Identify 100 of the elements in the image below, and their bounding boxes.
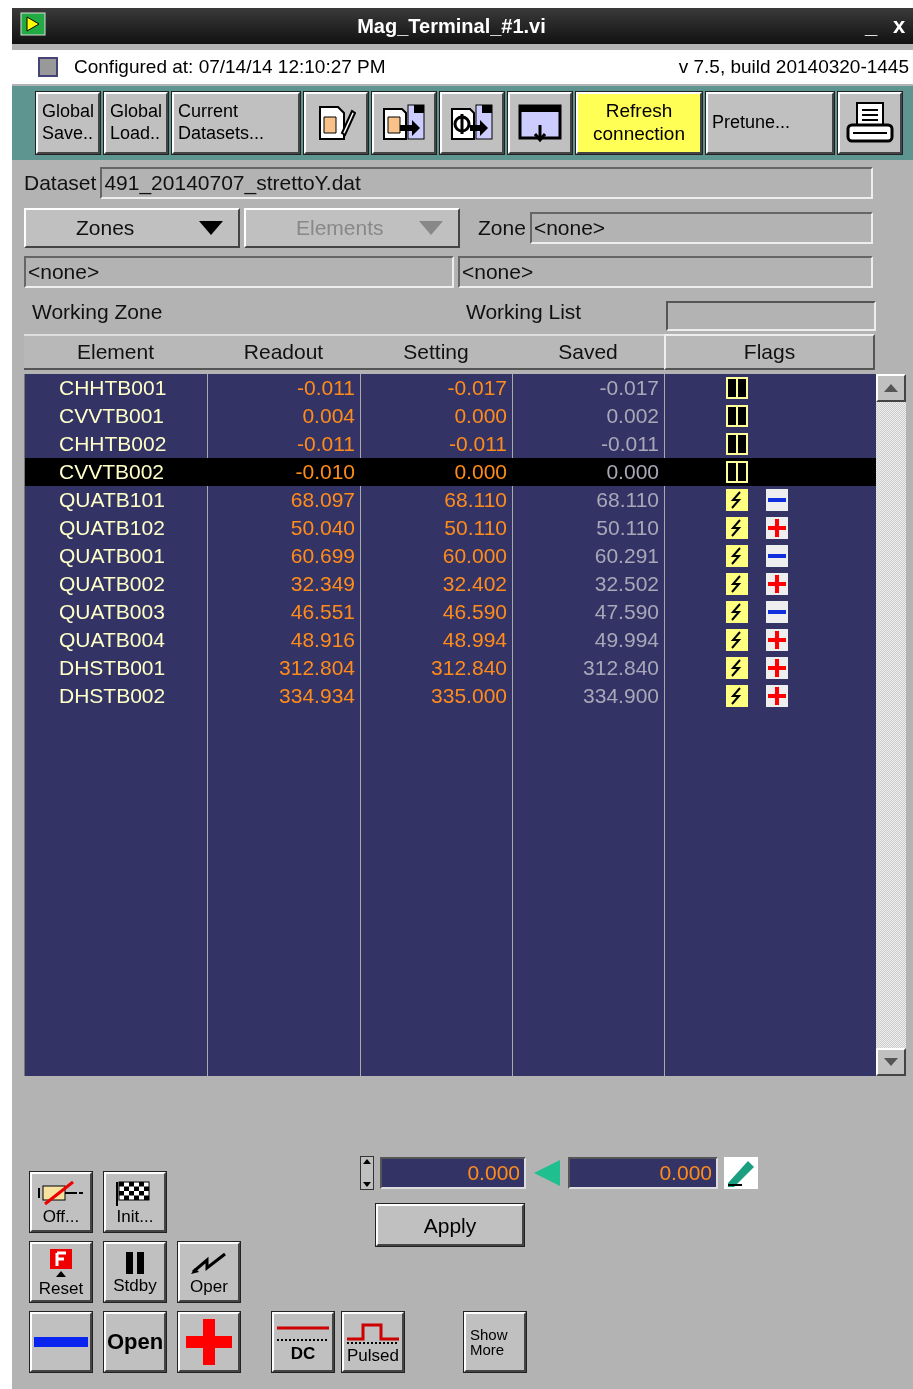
left-arrow-icon [532, 1158, 562, 1188]
document-arrow-icon [382, 103, 426, 143]
saved-cell-text: 312.840 [582, 655, 660, 681]
control-button[interactable]: Pulsed [342, 1312, 404, 1372]
working-zone-field[interactable]: <none> [24, 256, 454, 288]
plug-crossed-icon [37, 1179, 85, 1206]
saved-cell-text: 0.002 [605, 403, 660, 429]
apply-button[interactable]: Apply [376, 1204, 524, 1246]
column-header: Flags [664, 334, 875, 370]
table-row[interactable]: QUATB004 48.916 48.994 49.994 [25, 626, 876, 654]
control-button[interactable]: Reset [30, 1242, 92, 1302]
plus-button[interactable] [178, 1312, 240, 1372]
toolbar-button[interactable] [372, 92, 436, 154]
toolbar-button[interactable] [508, 92, 572, 154]
document-pencil-icon [316, 103, 356, 143]
readout-cell-text: 46.551 [289, 599, 356, 625]
readout-cell-text: 48.916 [289, 627, 356, 653]
table-row[interactable]: QUATB102 50.040 50.110 50.110 [25, 514, 876, 542]
element-cell-text: QUATB004 [58, 627, 166, 653]
toolbar-button[interactable] [838, 92, 902, 154]
minus-icon [34, 1335, 88, 1349]
toolbar-button[interactable] [304, 92, 368, 154]
configured-time: Configured at: 07/14/14 12:10:27 PM [74, 56, 386, 78]
element-cell-text: CVVTB002 [58, 459, 166, 485]
saved-cell-text: -0.011 [600, 431, 660, 457]
column-header: Element [24, 334, 207, 370]
up-arrow-icon [884, 384, 898, 392]
table-row[interactable]: CHHTB002 -0.011 -0.011 -0.011 [25, 430, 876, 458]
readout-cell-text: 0.004 [301, 403, 356, 429]
table-row[interactable]: CVVTB002 -0.010 0.000 0.000 [25, 458, 876, 486]
element-cell-text: DHSTB002 [58, 683, 167, 709]
toolbar-button[interactable] [440, 92, 504, 154]
element-cell-text: CHHTB002 [58, 431, 168, 457]
table-row[interactable]: QUATB001 60.699 60.000 60.291 [25, 542, 876, 570]
scroll-up-button[interactable] [876, 374, 906, 402]
minimize-button[interactable]: _ [857, 13, 885, 39]
setting-cell-text: 50.110 [443, 515, 508, 541]
working-list-label: Working List [466, 300, 583, 324]
control-button[interactable]: Init... [104, 1172, 166, 1232]
scroll-down-button[interactable] [876, 1048, 906, 1076]
close-button[interactable]: x [885, 13, 913, 39]
setting-cell-text: 312.840 [430, 655, 508, 681]
saved-cell-text: 0.000 [605, 459, 660, 485]
minus-button[interactable] [30, 1312, 92, 1372]
working-list-field[interactable]: <none> [458, 256, 873, 288]
readout-cell-text: 60.699 [289, 543, 356, 569]
control-button[interactable]: Open [104, 1312, 166, 1372]
saved-cell-text: 50.110 [595, 515, 660, 541]
control-button[interactable]: Off... [30, 1172, 92, 1232]
column-header: Readout [207, 334, 360, 370]
readout-cell-text: -0.010 [294, 459, 356, 485]
pen-icon [724, 1157, 758, 1189]
saved-cell-text: -0.017 [598, 375, 660, 401]
setting-cell-text: 46.590 [441, 599, 508, 625]
setpoint-field[interactable]: 0.000 [380, 1157, 526, 1189]
setting-cell-text: 60.000 [441, 543, 508, 569]
setting-cell-text: 48.994 [441, 627, 508, 653]
spin-buttons[interactable] [360, 1156, 374, 1190]
status-indicator-icon [38, 57, 58, 77]
table-row[interactable]: CHHTB001 -0.011 -0.017 -0.017 [25, 374, 876, 402]
setting-cell-text: 335.000 [430, 683, 508, 709]
table-row[interactable]: QUATB101 68.097 68.110 68.110 [25, 486, 876, 514]
control-button[interactable]: Stdby [104, 1242, 166, 1302]
readout-cell-text: 312.804 [278, 655, 356, 681]
saved-cell-text: 60.291 [593, 543, 660, 569]
readout-cell-text: 68.097 [289, 487, 356, 513]
phi-arrow-icon [450, 103, 494, 143]
zone-field[interactable]: <none> [529, 212, 873, 244]
control-button[interactable]: Oper [178, 1242, 240, 1302]
toolbar-button[interactable]: Pretune... [706, 92, 834, 154]
toolbar-button[interactable]: Refresh connection [576, 92, 702, 154]
toolbar-button[interactable]: Global Load.. [104, 92, 168, 154]
pause-icon [123, 1250, 147, 1275]
element-cell-text: DHSTB001 [58, 655, 167, 681]
element-cell-text: QUATB003 [58, 599, 166, 625]
table-row[interactable]: QUATB002 32.349 32.402 32.502 [25, 570, 876, 598]
window-title: Mag_Terminal_#1.vi [356, 14, 547, 38]
down-arrow-icon [884, 1058, 898, 1066]
toolbar-button[interactable]: Current Datasets... [172, 92, 300, 154]
table-row[interactable]: DHSTB001 312.804 312.840 312.840 [25, 654, 876, 682]
readout-cell-text: 334.934 [278, 683, 356, 709]
table-row[interactable]: DHSTB002 334.934 335.000 334.900 [25, 682, 876, 710]
fault-flag-icon [48, 1247, 74, 1278]
element-cell-text: QUATB001 [58, 543, 166, 569]
saved-cell-text: 32.502 [593, 571, 660, 597]
control-button[interactable]: DC [272, 1312, 334, 1372]
setting-cell-text: 0.000 [453, 403, 508, 429]
show-more-button[interactable]: Show More [464, 1312, 526, 1372]
table-row[interactable]: CVVTB001 0.004 0.000 0.002 [25, 402, 876, 430]
current-value-field[interactable]: 0.000 [568, 1157, 718, 1189]
zone-label: Zone [478, 216, 526, 240]
version-text: v 7.5, build 20140320-1445 [678, 56, 909, 78]
readout-cell-text: 32.349 [289, 571, 356, 597]
dataset-field[interactable]: 491_20140707_strettoY.dat [100, 167, 873, 199]
column-header: Setting [360, 334, 512, 370]
readout-cell-text: -0.011 [296, 375, 356, 401]
dropdown-button[interactable]: Zones [24, 208, 240, 248]
saved-cell-text: 334.900 [582, 683, 660, 709]
table-row[interactable]: QUATB003 46.551 46.590 47.590 [25, 598, 876, 626]
toolbar-button[interactable]: Global Save.. [36, 92, 100, 154]
